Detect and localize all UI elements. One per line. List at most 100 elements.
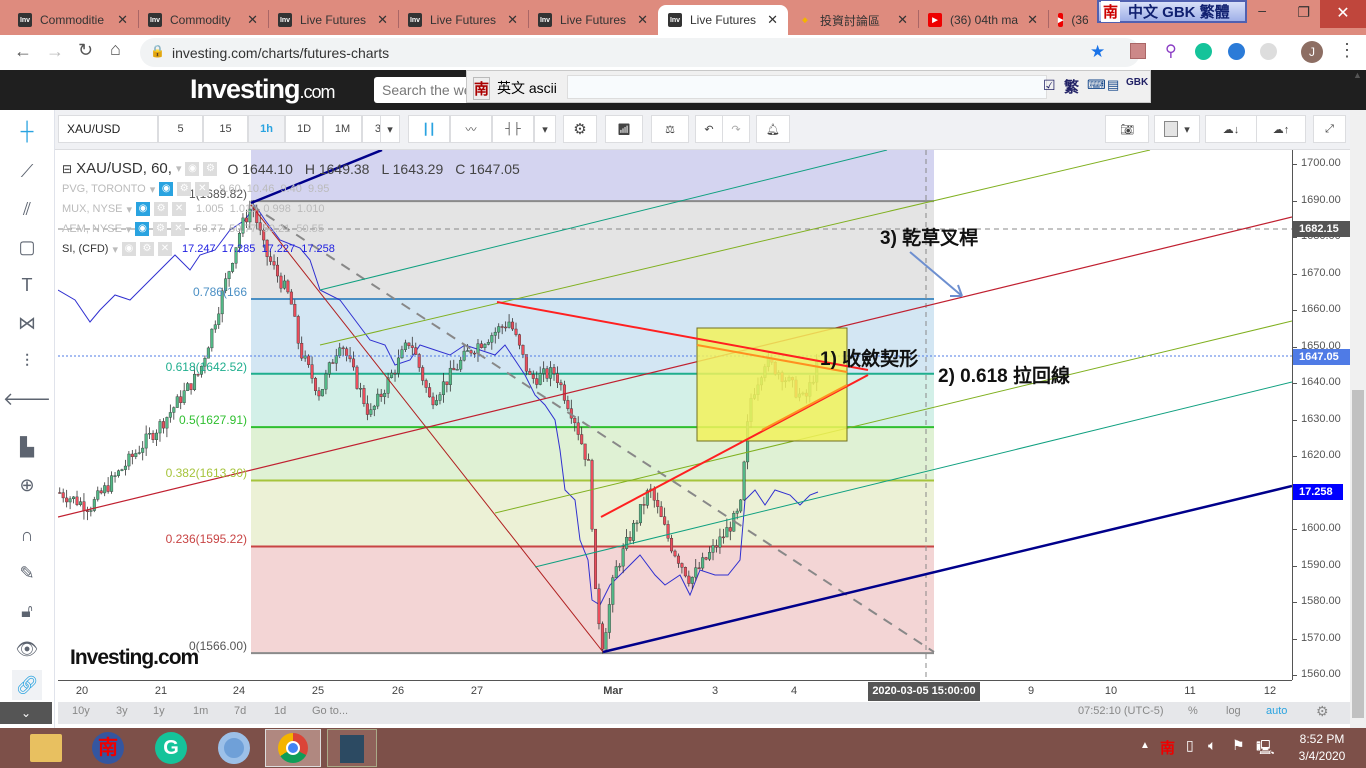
rectangle-tool-icon[interactable]: ▢ [12,232,42,262]
back-button[interactable]: ← [14,41,32,62]
reload-button[interactable]: ↻ [78,40,93,61]
tray-clock[interactable]: 8:52 PM 3/4/2020 [1292,732,1352,766]
clock-timezone[interactable]: 07:52:10 (UTC-5) [1078,705,1164,717]
remove-icon[interactable]: ✕ [171,222,186,236]
chrome-taskbar-button[interactable] [265,729,321,767]
profile-avatar[interactable]: J [1301,41,1323,63]
unlock-icon[interactable]: 🔓︎ [12,596,42,626]
legend-dropdown[interactable]: ▾ [176,162,182,175]
browser-tab[interactable]: ▶ (36 [1048,5,1088,35]
settings-icon[interactable]: ⚙ [154,202,169,216]
trendline-tool-icon[interactable]: ⟋ [12,156,42,186]
window-minimize-button[interactable]: – [1258,2,1266,18]
auto-scale-button[interactable]: auto [1266,705,1287,717]
tab-close-icon[interactable]: ✕ [637,12,648,28]
interval-1h[interactable]: 1h [248,115,285,143]
tray-volume-icon[interactable]: 🔈︎ [1208,737,1216,754]
remove-icon[interactable]: ✕ [195,182,210,196]
url-field[interactable]: 🔒 investing.com/charts/futures-charts ★ [140,38,1140,67]
annotation-fib-618[interactable]: 2) 0.618 拉回線 [938,361,1070,388]
alert-bell-icon[interactable]: 🔔︎ [756,115,790,143]
settings-icon[interactable]: ⚙ [139,242,154,256]
indicators-icon[interactable]: 📶︎ [605,115,643,143]
ime-composition-field[interactable] [567,75,1047,99]
symbol-input[interactable]: XAU/USD [58,115,158,143]
visibility-icon[interactable]: ◉ [135,222,150,236]
annotation-wedge[interactable]: 1) 收斂契形 [820,344,918,371]
ime-keyboard-icon[interactable]: ⌨ [1087,77,1106,93]
candles-style-icon[interactable]: ┃┃ [408,115,450,143]
collapse-legend-icon[interactable]: ⊟ [62,162,72,176]
range-button-1m[interactable]: 1m [193,705,208,717]
area-style-icon[interactable]: 〰 [450,115,492,143]
visibility-icon[interactable]: ◉ [136,202,151,216]
overlay-dropdown[interactable]: ▾ [127,203,133,216]
range-button-Goto[interactable]: Go to... [312,705,348,717]
link-icon[interactable]: 🔗︎ [12,670,42,700]
settings-icon[interactable]: ⚙ [203,161,218,176]
magnet-icon[interactable]: ∩ [12,520,42,550]
ime-panel-icon[interactable]: ▤ [1107,77,1119,93]
settings-icon[interactable]: ⚙ [177,182,192,196]
cloud-upload-icon[interactable]: ☁↑ [1256,115,1306,143]
bars-style-icon[interactable]: ┤├ [492,115,534,143]
page-scrollbar[interactable]: ▲ [1350,70,1366,728]
annotation-pitchfork[interactable]: 3) 乾草叉桿 [880,223,978,250]
range-button-10y[interactable]: 10y [72,705,90,717]
cloud-download-icon[interactable]: ☁↓ [1205,115,1257,143]
tray-expand-icon[interactable]: ▲ [1140,740,1150,751]
overlay-dropdown[interactable]: ▾ [112,243,118,256]
openoffice-taskbar-button[interactable] [327,729,377,767]
window-restore-button[interactable]: ❐ [1297,4,1310,21]
range-button-1y[interactable]: 1y [153,705,165,717]
tab-close-icon[interactable]: ✕ [897,12,908,28]
browser-tab[interactable]: Inv Live Futures ✕ [528,5,658,35]
chromium-app-icon[interactable] [218,732,250,764]
ime-traditional-button[interactable]: 繁 [1064,76,1079,97]
interval-1M[interactable]: 1M [323,115,362,143]
visibility-icon[interactable]: ◉ [185,161,200,176]
range-button-1d[interactable]: 1d [274,705,286,717]
tab-close-icon[interactable]: ✕ [1027,12,1038,28]
nan-ime-app-icon[interactable]: 南 [92,732,124,764]
interval-dropdown[interactable]: ▾ [380,115,400,143]
settings-gear-icon[interactable]: ⚙ [563,115,597,143]
tab-close-icon[interactable]: ✕ [377,12,388,28]
pdf-extension-icon[interactable] [1130,43,1146,59]
axis-settings-icon[interactable]: ⚙ [1316,703,1329,720]
log-scale-button[interactable]: log [1226,705,1241,717]
ime-gbk-button[interactable]: GBK [1126,77,1148,88]
browser-tab[interactable]: Inv Live Futures ✕ [658,5,788,35]
scroll-up-arrow[interactable]: ▲ [1353,70,1362,80]
browser-tab[interactable]: Inv Commoditie ✕ [8,5,138,35]
remove-icon[interactable]: ✕ [172,202,187,216]
overlay-dropdown[interactable]: ▾ [126,223,132,236]
browser-menu-icon[interactable]: ⋮ [1338,40,1356,61]
scrollbar-thumb[interactable] [1352,390,1364,718]
visibility-icon[interactable]: ◉ [121,242,136,256]
site-logo[interactable]: Investing.com [190,74,336,105]
browser-tab[interactable]: Inv Live Futures ✕ [398,5,528,35]
browser-tab[interactable]: Inv Live Futures ✕ [268,5,398,35]
crosshair-tool-icon[interactable]: ┼ [12,116,42,146]
forward-button[interactable]: → [46,41,64,62]
interval-5[interactable]: 5 [158,115,203,143]
redo-icon[interactable]: ↷ [722,115,750,143]
lock-drawing-icon[interactable]: ✎ [12,558,42,588]
tray-ime-icon[interactable]: 南 [1160,737,1175,758]
ime-floating-bar[interactable]: 南 中文 GBK 繁體 [1097,0,1247,23]
file-explorer-icon[interactable] [30,734,62,762]
compare-scale-icon[interactable]: ⚖ [651,115,689,143]
interval-1D[interactable]: 1D [285,115,323,143]
chart-pane[interactable]: 1(1689.82) 0.786(166 0.618(1642.52) 0.5(162… [58,150,1292,680]
eye-icon[interactable]: 👁︎ [12,634,42,664]
overlay-dropdown[interactable]: ▾ [150,183,156,196]
search-extension-icon[interactable]: ⚲ [1165,41,1177,61]
fullscreen-icon[interactable]: ⤢ [1313,115,1346,143]
interval-15[interactable]: 15 [203,115,248,143]
prediction-tool-icon[interactable]: ⫶ [12,346,42,376]
extension-ball-icon[interactable] [1260,43,1277,60]
back-arrow-icon[interactable]: 🡐 [3,384,51,414]
tray-power-icon[interactable]: ▯ [1186,737,1194,754]
browser-tab[interactable]: ◆ 投資討論區 ✕ [788,5,918,35]
